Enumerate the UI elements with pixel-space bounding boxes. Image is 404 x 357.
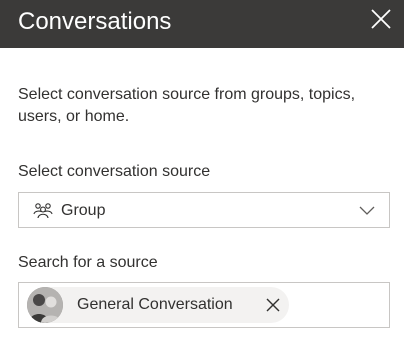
conversations-panel: Conversations Select conversation source… (0, 0, 404, 357)
search-label: Search for a source (18, 254, 158, 271)
remove-source-button[interactable] (265, 297, 281, 313)
close-button[interactable] (370, 8, 392, 30)
panel-description: Select conversation source from groups, … (18, 86, 356, 125)
source-dropdown[interactable]: Group (18, 192, 390, 228)
close-icon (371, 9, 391, 29)
panel-title: Conversations (18, 8, 172, 35)
chevron-down-icon (359, 206, 375, 215)
source-search-picker[interactable]: General Conversation (18, 282, 390, 328)
source-label: Select conversation source (18, 163, 211, 180)
group-icon (33, 203, 53, 219)
selected-source-name: General Conversation (77, 296, 233, 313)
close-icon (266, 298, 280, 312)
group-avatar-image (27, 287, 63, 323)
group-avatar (27, 287, 63, 323)
panel-header: Conversations (0, 0, 404, 48)
source-selected-value: Group (61, 202, 106, 219)
selected-source-chip[interactable]: General Conversation (27, 287, 289, 323)
